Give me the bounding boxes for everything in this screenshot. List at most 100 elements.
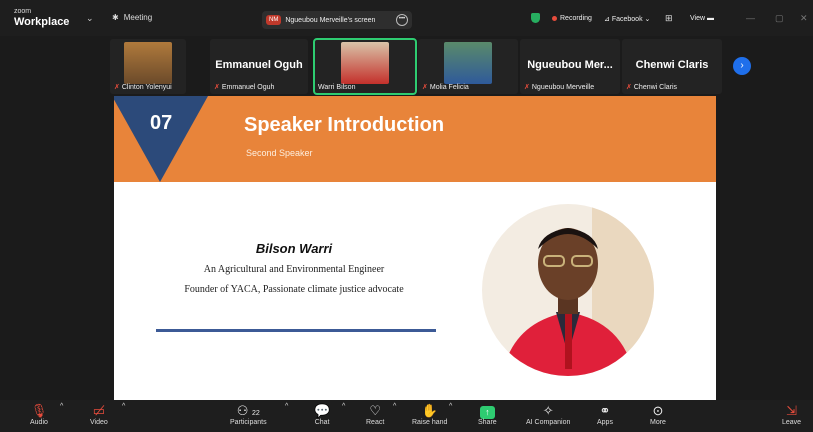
- participant-video: [341, 42, 389, 84]
- view-button[interactable]: View ▬: [690, 15, 714, 22]
- chat-button[interactable]: 💬 Chat: [314, 403, 330, 426]
- participant-tile[interactable]: Emmanuel Oguh ✗ Emmanuel Oguh: [210, 39, 308, 94]
- slide-divider: [156, 329, 436, 332]
- participant-name-large: Emmanuel Oguh: [215, 59, 303, 71]
- speaker-name: Bilson Warri: [255, 241, 333, 256]
- sharer-avatar: NM: [266, 15, 282, 25]
- slide-number: 07: [150, 112, 173, 134]
- participant-tile[interactable]: ✗ Molia Felicia: [418, 39, 518, 94]
- react-caret-icon[interactable]: ^: [393, 403, 396, 410]
- participant-tile[interactable]: ✗ Clinton Yolenyui: [110, 39, 186, 94]
- brand-small: zoom: [14, 8, 32, 15]
- next-page-arrow-icon[interactable]: ›: [733, 57, 751, 75]
- participant-name: Clinton Yolenyui: [121, 83, 172, 91]
- participant-name-large: Chenwi Claris: [635, 59, 709, 71]
- slide-title: Speaker Introduction: [244, 114, 445, 136]
- more-dots-icon: ⊙: [652, 403, 664, 418]
- slide-subtitle: Second Speaker: [246, 148, 313, 158]
- speaker-description: Founder of YACA, Passionate climate just…: [184, 284, 404, 295]
- video-options-caret-icon[interactable]: ^: [122, 403, 125, 410]
- apps-label: Apps: [597, 419, 613, 426]
- react-button[interactable]: ♡ React: [366, 403, 384, 426]
- recording-indicator[interactable]: Recording: [552, 15, 592, 22]
- view-icon: ▬: [707, 15, 714, 22]
- video-off-icon: ▭̸: [92, 403, 106, 418]
- share-button[interactable]: ↑ Share: [478, 403, 497, 426]
- chevron-down-icon: ⌄: [644, 16, 651, 23]
- react-label: React: [366, 419, 385, 426]
- chat-icon: 💬: [314, 403, 331, 418]
- meeting-label: Meeting: [123, 13, 153, 22]
- mic-muted-icon: ✗: [524, 84, 530, 91]
- more-label: More: [650, 419, 666, 426]
- chat-caret-icon[interactable]: ^: [342, 403, 345, 410]
- participant-name: Chenwi Claris: [633, 83, 678, 91]
- raise-hand-label: Raise hand: [412, 419, 448, 426]
- video-label: Video: [90, 419, 108, 426]
- mic-muted-icon: ✗: [422, 84, 428, 91]
- facebook-label: Facebook: [611, 16, 643, 23]
- mic-muted-icon: ✗: [114, 84, 120, 91]
- participant-name: Warri Bilson: [318, 84, 356, 91]
- more-button[interactable]: ⊙ More: [650, 403, 666, 426]
- mic-muted-icon: ✗: [214, 84, 220, 91]
- raise-hand-caret-icon[interactable]: ^: [449, 403, 452, 410]
- ai-companion-label: AI Companion: [526, 419, 571, 426]
- participants-icon: ⚇ 22: [236, 403, 260, 418]
- grid-view-icon[interactable]: ⊞: [665, 13, 673, 24]
- video-button[interactable]: ▭̸ Video: [90, 403, 108, 426]
- minimize-icon[interactable]: —: [746, 13, 755, 23]
- recording-label: Recording: [560, 15, 592, 22]
- close-icon[interactable]: ✕: [800, 13, 808, 24]
- participants-label: Participants: [230, 419, 267, 426]
- heart-icon: ♡: [369, 403, 381, 418]
- shared-screen-slide: 07 Speaker Introduction Second Speaker B…: [114, 96, 716, 400]
- speaker-role: An Agricultural and Environmental Engine…: [203, 264, 385, 275]
- security-shield-icon[interactable]: [531, 13, 540, 23]
- microphone-muted-icon: 🎙: [30, 403, 48, 418]
- participant-name-large: Ngueubou Mer...: [527, 59, 613, 71]
- participant-name: Molia Felicia: [429, 83, 469, 91]
- apps-icon: ⚭: [599, 403, 611, 418]
- more-options-icon[interactable]: •••: [396, 14, 408, 26]
- participants-caret-icon[interactable]: ^: [285, 403, 288, 410]
- participant-tile[interactable]: Ngueubou Mer... ✗ Ngueubou Merveille: [520, 39, 620, 94]
- leave-button[interactable]: ⇲ Leave: [782, 403, 801, 426]
- share-label: Ngueubou Merveille's screen: [285, 16, 376, 24]
- apps-button[interactable]: ⚭ Apps: [597, 403, 613, 426]
- raise-hand-button[interactable]: ✋ Raise hand: [412, 403, 447, 426]
- audio-button[interactable]: 🎙 Audio: [30, 403, 48, 426]
- recording-dot-icon: [552, 16, 557, 21]
- participant-video: [444, 42, 492, 84]
- speaker-photo: [482, 204, 654, 376]
- sparkle-icon: ✧: [542, 403, 554, 418]
- leave-label: Leave: [782, 419, 802, 426]
- participant-tile-active-speaker[interactable]: Warri Bilson: [313, 38, 417, 95]
- view-label: View: [690, 15, 706, 22]
- participant-strip: ✗ Clinton Yolenyui Emmanuel Oguh ✗ Emmanue…: [0, 36, 813, 96]
- share-label: Share: [478, 419, 497, 426]
- chat-label: Chat: [314, 419, 330, 426]
- maximize-icon[interactable]: ▢: [775, 13, 784, 24]
- participant-video: [124, 42, 172, 84]
- audio-label: Audio: [30, 419, 48, 426]
- participant-name: Emmanuel Oguh: [221, 83, 275, 91]
- participants-count: 22: [252, 410, 260, 417]
- leave-icon: ⇲: [786, 403, 797, 418]
- meeting-icon: ✱: [112, 13, 119, 22]
- ai-companion-button[interactable]: ✧ AI Companion: [526, 403, 570, 426]
- participant-tile[interactable]: Chenwi Claris ✗ Chenwi Claris: [622, 39, 722, 94]
- slide-triangle: [114, 96, 208, 182]
- livestream-facebook[interactable]: ⊿ Facebook ⌄: [604, 15, 650, 23]
- hand-icon: ✋: [421, 403, 438, 418]
- speaker-portrait: [482, 204, 654, 376]
- broadcast-icon: ⊿: [604, 16, 610, 23]
- meeting-controls-toolbar: 🎙 Audio ^ ▭̸ Video ^ ⚇ 22 Participants ^…: [0, 400, 813, 432]
- participants-button[interactable]: ⚇ 22 Participants: [230, 403, 267, 426]
- top-bar: zoom Workplace ⌄ ✱ Meeting NM Ngueubou M…: [0, 0, 813, 36]
- screen-share-indicator[interactable]: NM Ngueubou Merveille's screen •••: [262, 11, 412, 29]
- audio-options-caret-icon[interactable]: ^: [60, 403, 63, 410]
- share-screen-icon: ↑: [479, 406, 495, 419]
- chevron-down-icon[interactable]: ⌄: [86, 13, 94, 24]
- meeting-menu[interactable]: ✱ Meeting: [112, 13, 152, 22]
